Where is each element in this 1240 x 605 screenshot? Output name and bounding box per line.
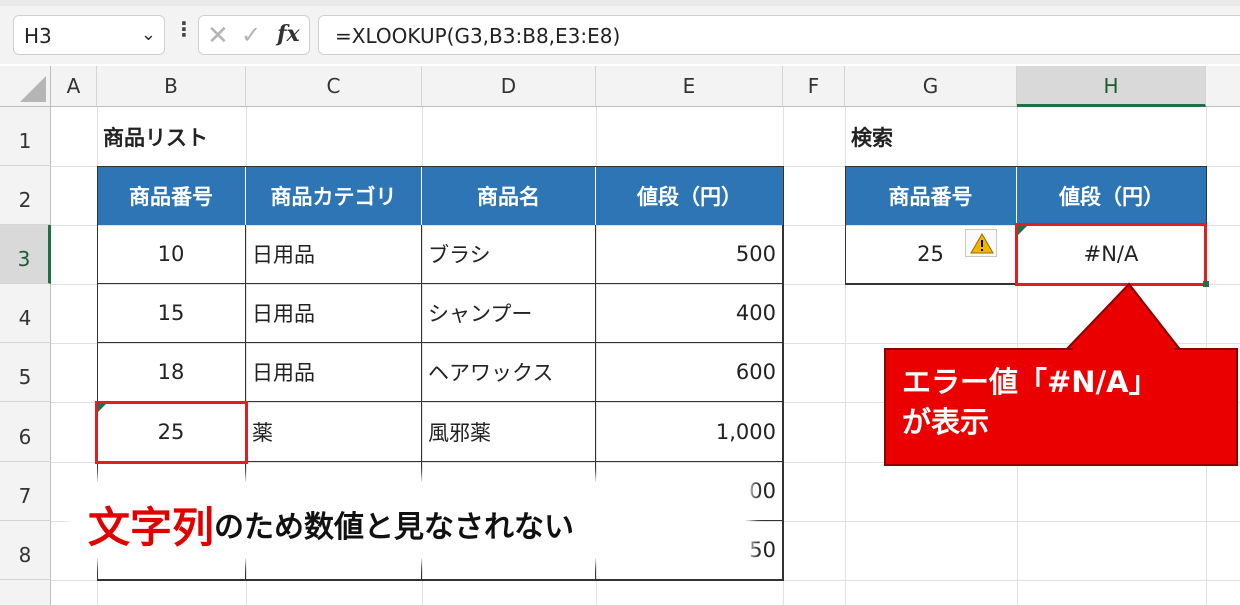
string-note-banner: 文字列 のため数値と見なされない	[74, 482, 746, 558]
banner-highlight: 文字列	[88, 503, 215, 552]
banner-text: のため数値と見なされない	[214, 510, 575, 545]
